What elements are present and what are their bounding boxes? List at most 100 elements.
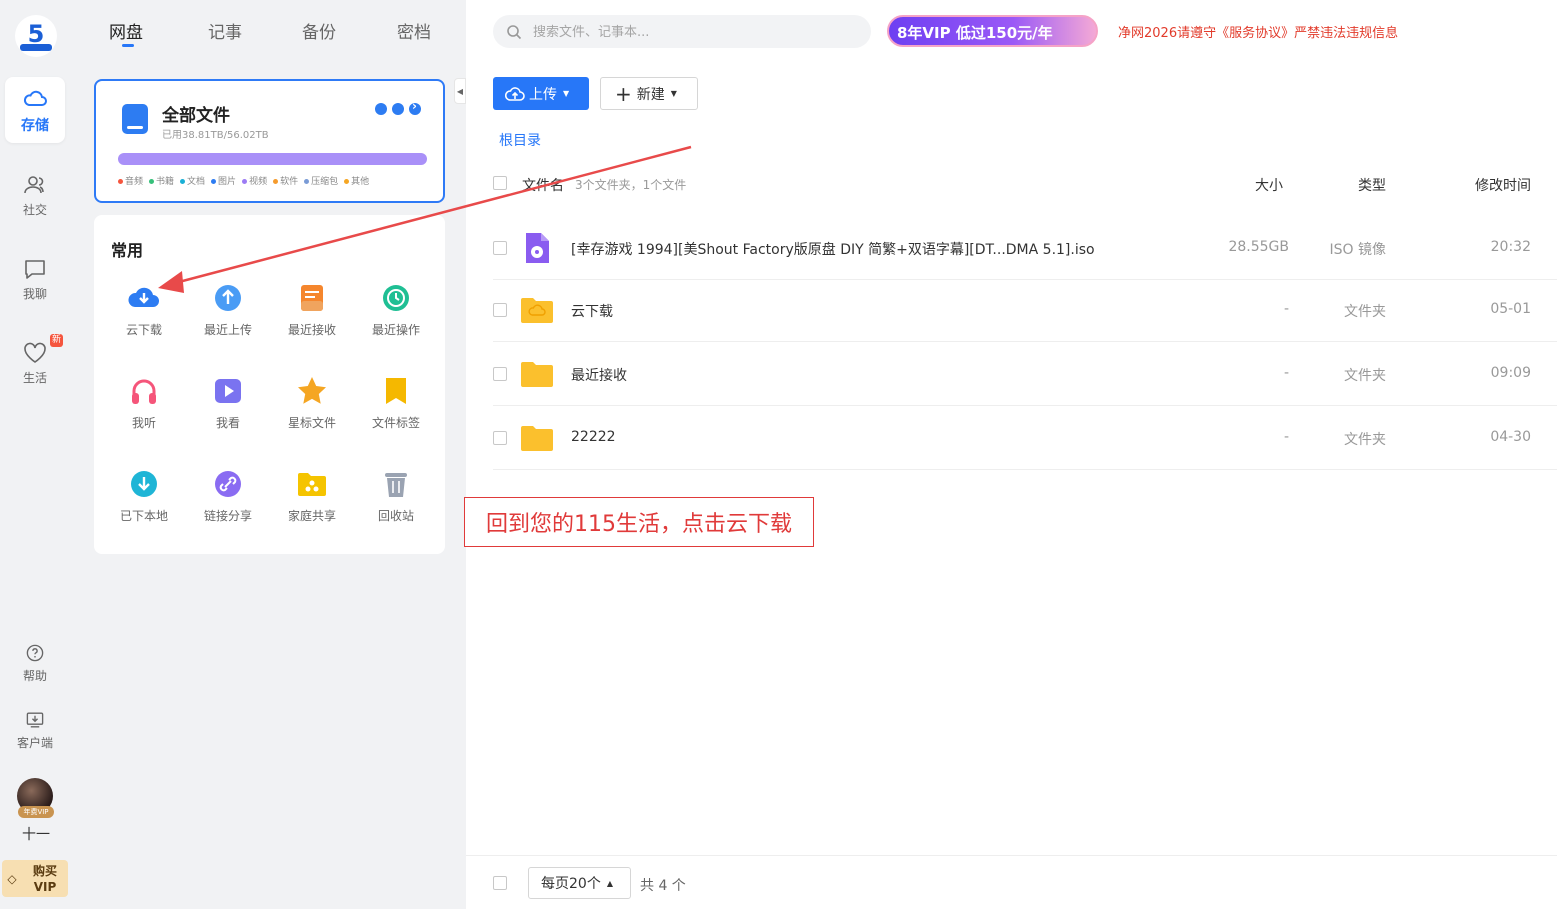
legend-label: 音频 [125, 177, 144, 187]
row-checkbox[interactable] [493, 241, 507, 255]
column-size[interactable]: 大小 [1255, 175, 1283, 195]
username: 十一 [22, 827, 50, 843]
link-icon [211, 467, 245, 501]
legend-label: 书籍 [156, 177, 175, 187]
common-section: 常用 云下载 最近上传 最近接收 最近操作 我听 我看 星标文件 文件标签 已下本地 链接分享 家庭… [94, 215, 445, 554]
per-page-select[interactable]: 每页20个 ▲ [528, 867, 631, 899]
tab-vault[interactable]: 密档 [397, 18, 431, 43]
people-icon [24, 176, 44, 194]
tab-backup[interactable]: 备份 [302, 18, 336, 43]
shortcut-inbox[interactable]: 最近接收 [270, 281, 354, 351]
shortcut-label: 家庭共享 [287, 509, 336, 523]
buy-vip-button[interactable]: ◇ 购买 VIP [2, 860, 68, 897]
storage-usage: 已用38.81TB/56.02TB [162, 130, 269, 141]
legend-item: 其他 [344, 174, 369, 187]
legend-item: 音频 [118, 174, 143, 187]
collapse-panel-button[interactable]: ◀ [454, 78, 466, 104]
rail-item-storage[interactable]: 存储 [5, 77, 65, 143]
storage-bar [118, 153, 427, 165]
file-size: - [1283, 365, 1289, 381]
folder-icon [520, 357, 554, 391]
legend-dot [180, 179, 186, 184]
cloud-download-icon [127, 281, 161, 315]
shortcut-label: 回收站 [377, 509, 414, 523]
legend-label: 压缩包 [311, 177, 339, 187]
total-count: 共 4 个 [640, 878, 686, 894]
heart-icon [24, 342, 46, 363]
file-modified: 05-01 [1490, 301, 1531, 317]
shortcut-label: 链接分享 [203, 509, 252, 523]
shortcut-family-folder[interactable]: 家庭共享 [270, 467, 354, 537]
main-content: 8年VIP 低过150元/年 净网2026请遵守《服务协议》严禁违法违规信息 上… [466, 0, 1557, 909]
shortcut-label: 最近操作 [371, 323, 420, 337]
row-checkbox[interactable] [493, 303, 507, 317]
shortcut-bookmark[interactable]: 文件标签 [354, 374, 438, 444]
compliance-notice[interactable]: 净网2026请遵守《服务协议》严禁违法违规信息 [1118, 22, 1398, 41]
tab-indicator [122, 44, 134, 47]
file-row[interactable]: [幸存游戏 1994][美Shout Factory版原盘 DIY 简繁+双语字… [493, 216, 1557, 280]
row-checkbox[interactable] [493, 367, 507, 381]
file-name[interactable]: 云下载 [571, 301, 613, 321]
column-type[interactable]: 类型 [1358, 175, 1386, 195]
shortcut-trash[interactable]: 回收站 [354, 467, 438, 537]
app-logo[interactable]: 5 [14, 14, 58, 58]
side-panel: 网盘 记事 备份 密档 全部文件 已用38.81TB/56.02TB 音频书籍文… [72, 0, 466, 909]
legend-dot [273, 179, 279, 184]
rail-item-client[interactable]: 客户端 [5, 697, 65, 763]
column-name[interactable]: 文件名 [522, 175, 564, 195]
vip-promo-banner[interactable]: 8年VIP 低过150元/年 [887, 15, 1098, 47]
help-icon [26, 644, 44, 662]
shortcut-label: 最近接收 [287, 323, 336, 337]
svg-text:5: 5 [28, 20, 45, 48]
select-all-checkbox[interactable] [493, 176, 507, 190]
more-dots-icon[interactable] [375, 99, 421, 115]
shortcut-link[interactable]: 链接分享 [186, 467, 270, 537]
legend-dot [149, 179, 155, 184]
file-count: 3个文件夹，1个文件 [575, 178, 687, 192]
annotation-callout: 回到您的115生活，点击云下载 [464, 497, 814, 547]
shortcut-label: 文件标签 [371, 416, 420, 430]
upload-cloud-icon [505, 86, 525, 101]
search-input[interactable] [533, 21, 853, 43]
plus-icon: + [615, 81, 632, 106]
file-name[interactable]: 22222 [571, 429, 616, 445]
tab-notes[interactable]: 记事 [208, 18, 242, 43]
chat-icon [25, 260, 45, 279]
buy-vip-label: 购买 VIP [32, 863, 57, 894]
all-files-card[interactable]: 全部文件 已用38.81TB/56.02TB 音频 书籍 文档 图片 视频 软件 压缩包 其他 [94, 79, 445, 203]
download-local-icon [127, 467, 161, 501]
cloud-folder-icon [520, 293, 554, 327]
file-row[interactable]: 云下载 - 文件夹 05-01 [493, 278, 1557, 342]
breadcrumb-root[interactable]: 根目录 [499, 130, 541, 150]
rail-item-social[interactable]: 社交 [5, 162, 65, 228]
rail-item-help[interactable]: 帮助 [5, 630, 65, 696]
shortcut-star[interactable]: 星标文件 [270, 374, 354, 444]
shortcut-video[interactable]: 我看 [186, 374, 270, 444]
legend-dot [242, 179, 248, 184]
trash-icon [379, 467, 413, 501]
shortcut-cloud-download[interactable]: 云下载 [102, 281, 186, 351]
family-folder-icon [295, 467, 329, 501]
column-modified[interactable]: 修改时间 [1475, 175, 1531, 195]
file-row[interactable]: 22222 - 文件夹 04-30 [493, 406, 1557, 470]
upload-button[interactable]: 上传 ▼ [493, 77, 589, 110]
table-header: 文件名 3个文件夹，1个文件 大小 类型 修改时间 [493, 168, 1557, 198]
footer-checkbox[interactable] [493, 876, 507, 890]
pagination-bar: 每页20个 ▲ 共 4 个 [466, 855, 1557, 909]
shortcut-download-local[interactable]: 已下本地 [102, 467, 186, 537]
shortcut-headphones[interactable]: 我听 [102, 374, 186, 444]
legend-dot [118, 179, 123, 184]
search-box[interactable] [493, 15, 871, 48]
file-name[interactable]: 最近接收 [571, 365, 627, 385]
shortcut-history[interactable]: 最近操作 [354, 281, 438, 351]
rail-item-chat[interactable]: 我聊 [5, 246, 65, 312]
file-row[interactable]: 最近接收 - 文件夹 09:09 [493, 342, 1557, 406]
file-name[interactable]: [幸存游戏 1994][美Shout Factory版原盘 DIY 简繁+双语字… [571, 239, 1095, 259]
row-checkbox[interactable] [493, 431, 507, 445]
tab-netdisk[interactable]: 网盘 [109, 18, 143, 43]
folder-icon [520, 421, 554, 455]
rail-item-life[interactable]: 生活 新 [5, 330, 65, 396]
legend-item: 书籍 [149, 174, 174, 187]
new-button[interactable]: + 新建 ▼ [600, 77, 698, 110]
shortcut-upload[interactable]: 最近上传 [186, 281, 270, 351]
